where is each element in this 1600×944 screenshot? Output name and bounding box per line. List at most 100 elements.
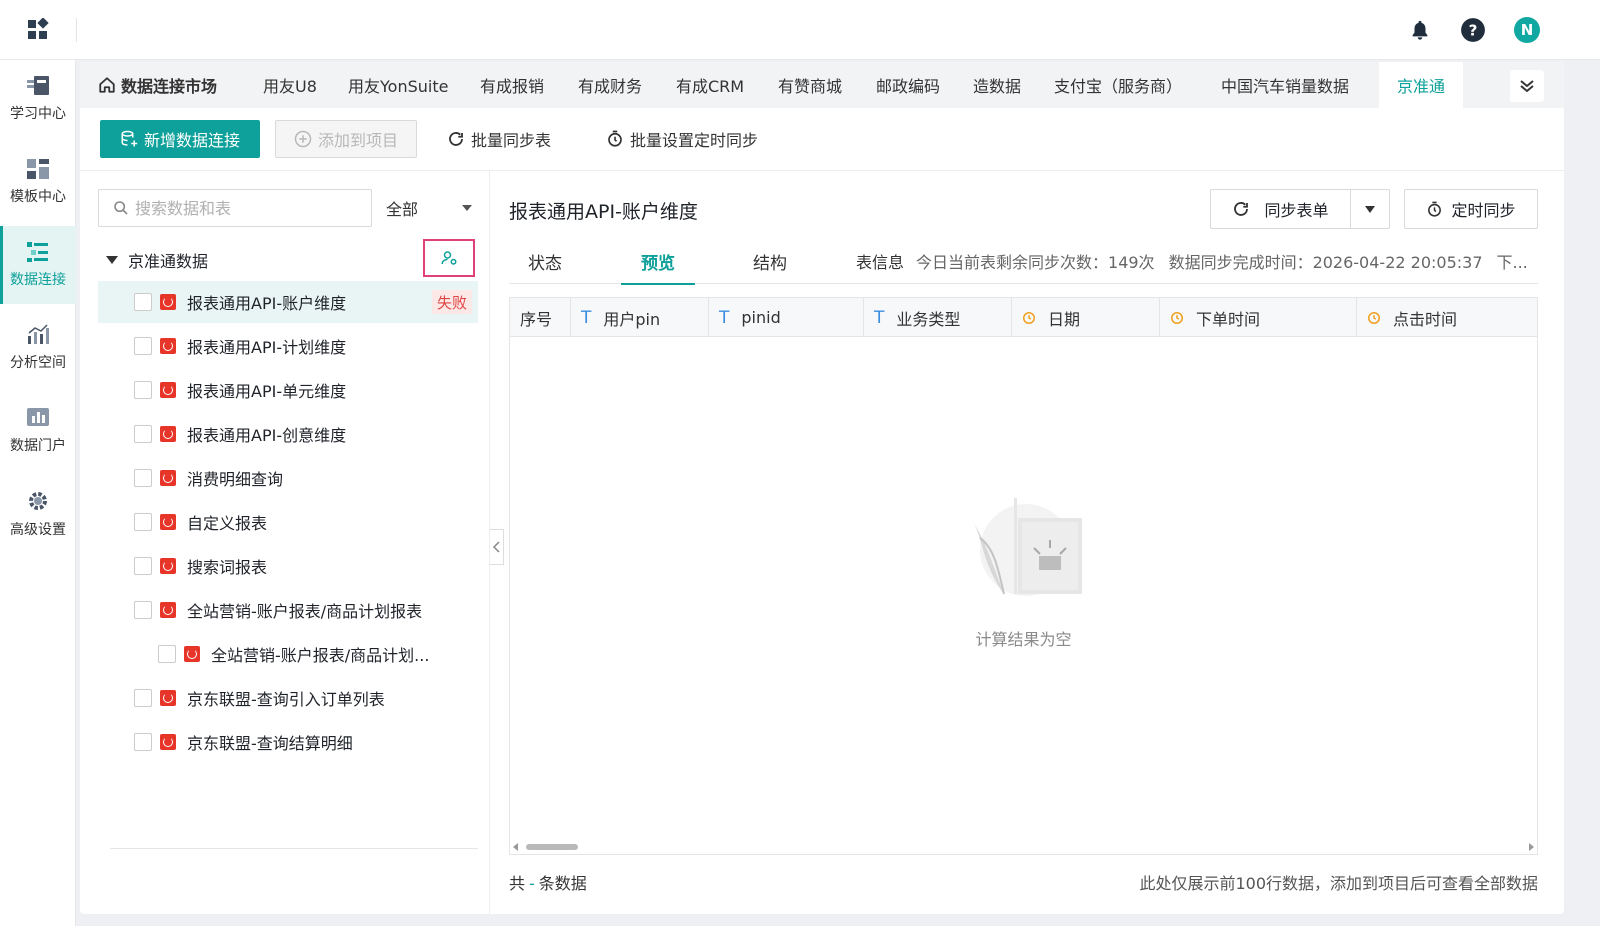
item-checkbox[interactable]	[134, 689, 152, 707]
search-box	[98, 189, 372, 227]
item-checkbox[interactable]	[134, 601, 152, 619]
tab-jingzhuntong[interactable]: 京准通	[1379, 62, 1464, 108]
tree-item-label: 京东联盟-查询引入订单列表	[187, 690, 385, 709]
tree-item[interactable]: 搜索词报表	[98, 545, 478, 587]
sync-dropdown-button[interactable]	[1351, 190, 1389, 228]
text-type-icon: T	[874, 307, 885, 328]
tree-item[interactable]: 消费明细查询	[98, 457, 478, 499]
tree-item-label: 全站营销-账户报表/商品计划...	[211, 646, 430, 665]
help-icon[interactable]: ?	[1459, 16, 1487, 44]
table-info: 表信息 今日当前表剩余同步次数：149次 数据同步完成时间：2026-04-22…	[856, 238, 1542, 284]
item-checkbox[interactable]	[134, 513, 152, 531]
sidebar-item-label: 学习中心	[10, 106, 66, 122]
item-checkbox[interactable]	[134, 293, 152, 311]
tree-item[interactable]: 全站营销-账户报表/商品计划...	[98, 633, 478, 675]
scrollbar-thumb[interactable]	[526, 844, 578, 850]
tree-item[interactable]: 报表通用API-计划维度	[98, 325, 478, 367]
column-header[interactable]: T 用户pin	[571, 298, 709, 337]
main-panel: 数据连接市场 用友U8 用友YonSuite 有成报销 有成财务 有成CRM 有…	[80, 62, 1564, 914]
column-header[interactable]: 下单时间	[1160, 298, 1357, 337]
tree-item[interactable]: 自定义报表	[98, 501, 478, 543]
column-header[interactable]: 序号	[510, 298, 571, 337]
panel-collapse-handle[interactable]	[490, 529, 504, 565]
sync-table-icon	[160, 294, 176, 310]
tree-item-label: 消费明细查询	[187, 470, 284, 489]
tab-preview[interactable]: 预览	[621, 238, 695, 285]
tab-youcheng-finance[interactable]: 有成财务	[578, 62, 642, 108]
item-checkbox[interactable]	[134, 469, 152, 487]
tree-item[interactable]: 京东联盟-查询结算明细	[98, 721, 478, 763]
item-checkbox[interactable]	[134, 381, 152, 399]
gear-icon	[29, 492, 47, 510]
row-count: 共 - 条数据	[509, 870, 587, 894]
tab-yonyou-u8[interactable]: 用友U8	[263, 62, 317, 108]
tab-overflow-button[interactable]	[1510, 70, 1544, 102]
row-count-prefix: 共	[509, 874, 526, 893]
tab-data-market[interactable]: 数据连接市场	[98, 62, 217, 108]
caret-down-icon	[1365, 205, 1375, 213]
column-header[interactable]: 点击时间	[1357, 298, 1537, 337]
batch-schedule-button[interactable]: 批量设置定时同步	[606, 120, 758, 158]
item-checkbox[interactable]	[134, 425, 152, 443]
column-header-label: 业务类型	[896, 309, 961, 329]
bell-icon[interactable]	[1406, 16, 1434, 44]
user-settings-button[interactable]	[423, 239, 475, 277]
sidebar-item-learning[interactable]: 学习中心	[0, 60, 76, 138]
sidebar-item-label: 模板中心	[10, 189, 66, 205]
sidebar-item-advanced-settings[interactable]: 高级设置	[0, 475, 76, 553]
avatar[interactable]: N	[1514, 17, 1540, 43]
clock-icon	[1022, 311, 1036, 324]
tab-make-data[interactable]: 造数据	[973, 62, 1021, 108]
tree-item[interactable]: 京东联盟-查询引入订单列表	[98, 677, 478, 719]
scroll-left-arrow-icon[interactable]	[513, 843, 518, 851]
item-checkbox[interactable]	[158, 645, 176, 663]
sync-table-icon	[160, 602, 176, 618]
action-toolbar: 新增数据连接 添加到项目 批量同步表 批量设置定时同步	[80, 108, 1564, 170]
item-checkbox[interactable]	[134, 733, 152, 751]
column-header[interactable]: T pinid	[709, 298, 864, 337]
sync-table-icon	[160, 558, 176, 574]
tab-yonsuite[interactable]: 用友YonSuite	[348, 62, 448, 108]
sync-table-icon	[184, 646, 200, 662]
sidebar-item-data-connection[interactable]: 数据连接	[0, 226, 76, 304]
preview-limit-note: 此处仅展示前100行数据，添加到项目后可查看全部数据	[1139, 874, 1538, 893]
table-title: 报表通用API-账户维度	[509, 201, 698, 223]
search-input[interactable]	[135, 198, 355, 218]
tab-status[interactable]: 状态	[509, 238, 581, 284]
batch-sync-button[interactable]: 批量同步表	[447, 120, 551, 158]
item-checkbox[interactable]	[134, 337, 152, 355]
sidebar-item-analysis-space[interactable]: 分析空间	[0, 309, 76, 387]
tab-postal-code[interactable]: 邮政编码	[876, 62, 940, 108]
sidebar-item-templates[interactable]: 模板中心	[0, 143, 76, 221]
add-to-project-button[interactable]: 添加到项目	[275, 120, 417, 158]
column-header-label: 下单时间	[1196, 309, 1261, 329]
item-checkbox[interactable]	[134, 557, 152, 575]
tab-structure[interactable]: 结构	[734, 238, 806, 284]
tree-item[interactable]: 报表通用API-创意维度	[98, 413, 478, 455]
tab-youcheng-reimburse[interactable]: 有成报销	[480, 62, 544, 108]
button-label: 新增数据连接	[143, 131, 240, 150]
table-tree-panel: 全部 京准通数据 报表通用API-账户维度 失败 报表通用API-计划维度 报表…	[80, 171, 490, 914]
sync-table-icon	[160, 338, 176, 354]
tab-china-auto-sales[interactable]: 中国汽车销量数据	[1221, 62, 1349, 108]
tree-item[interactable]: 全站营销-账户报表/商品计划报表	[98, 589, 478, 631]
horizontal-scrollbar[interactable]	[510, 840, 1537, 854]
tab-youzan-mall[interactable]: 有赞商城	[778, 62, 842, 108]
sidebar-item-data-portal[interactable]: 数据门户	[0, 392, 76, 470]
tab-youcheng-crm[interactable]: 有成CRM	[676, 62, 744, 108]
apps-grid-icon[interactable]	[26, 17, 50, 42]
template-icon	[27, 159, 49, 179]
add-connection-button[interactable]: 新增数据连接	[100, 120, 260, 158]
empty-state: 计算结果为空	[510, 498, 1537, 650]
tree-item[interactable]: 报表通用API-单元维度	[98, 369, 478, 411]
sync-form-button[interactable]: 同步表单	[1211, 190, 1351, 228]
tree-item[interactable]: 报表通用API-账户维度 失败	[98, 281, 478, 323]
column-header[interactable]: 日期	[1012, 298, 1160, 337]
tab-alipay-provider[interactable]: 支付宝（服务商）	[1054, 62, 1182, 108]
filter-select[interactable]: 全部	[386, 189, 478, 227]
tree-root-node[interactable]: 京准通数据	[106, 247, 208, 273]
column-header-label: 用户pin	[603, 309, 661, 329]
column-header[interactable]: T 业务类型	[864, 298, 1012, 337]
scheduled-sync-button[interactable]: 定时同步	[1404, 189, 1538, 229]
scroll-right-arrow-icon[interactable]	[1529, 843, 1534, 851]
